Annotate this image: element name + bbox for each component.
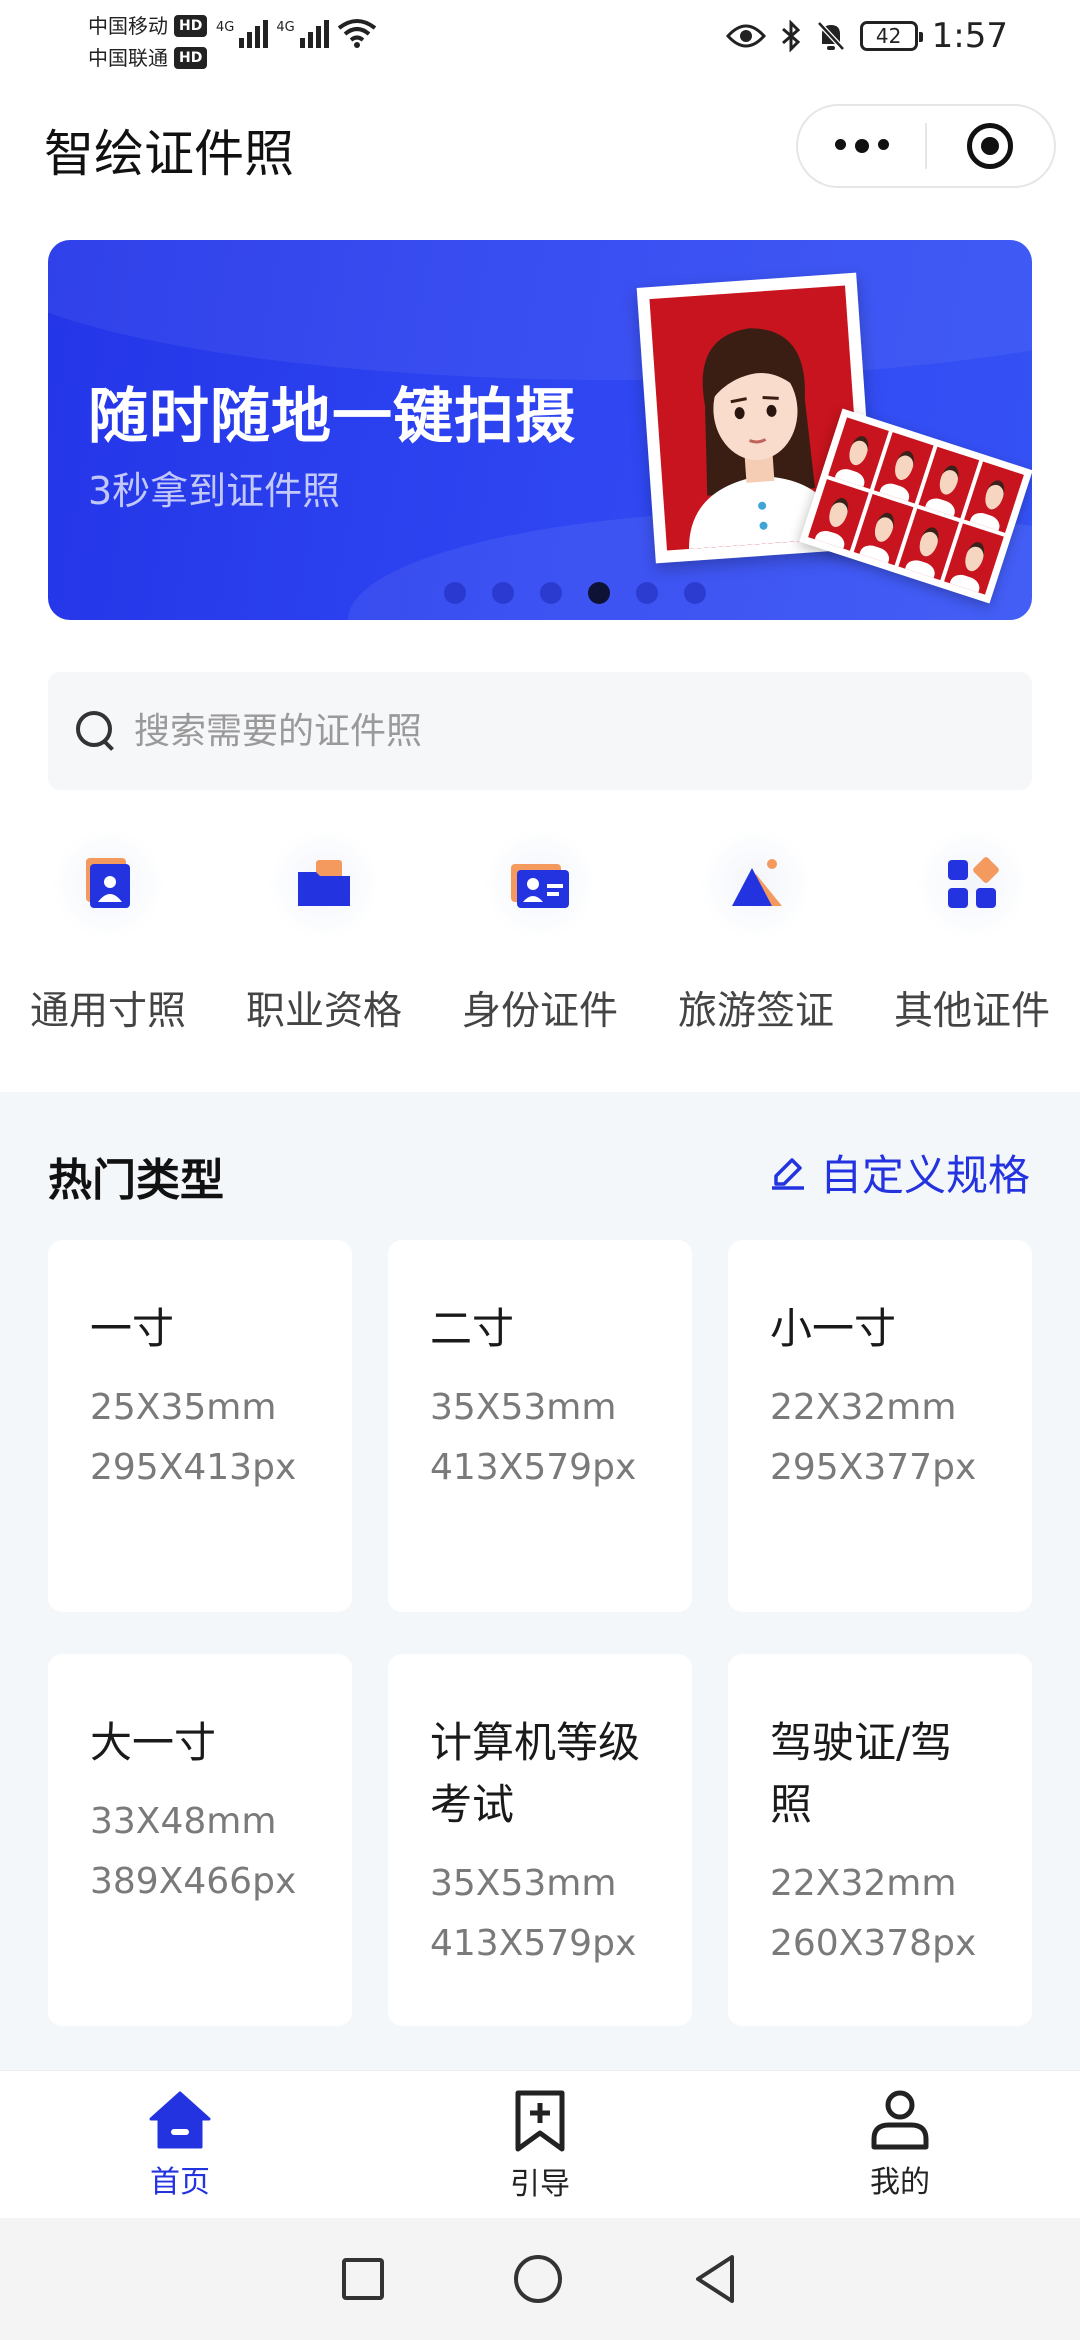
category-label: 职业资格: [245, 989, 402, 1034]
bookmark-plus-icon: [515, 2090, 565, 2152]
mute-bell-icon: [816, 21, 845, 51]
hd-badge: HD: [174, 15, 208, 37]
spec-name: 一寸: [90, 1304, 175, 1353]
bluetooth-icon: [781, 20, 800, 52]
tab-home[interactable]: 首页: [80, 2089, 280, 2201]
category-travel-visa[interactable]: 旅游签证: [648, 828, 864, 1036]
carousel-dot[interactable]: [444, 582, 466, 604]
network-icons: 4G 4G: [216, 18, 377, 48]
banner-subline: 3秒拿到证件照: [88, 469, 341, 513]
banner-headline: 随时随地一键拍摄: [88, 382, 576, 452]
app-title: 智绘证件照: [44, 125, 294, 183]
spec-px: 389X466px: [90, 1861, 297, 1902]
spec-card[interactable]: 大一寸 33X48mm 389X466px: [48, 1654, 352, 2026]
hot-types-section: 热门类型 自定义规格 一寸 25X35mm 295X413px 二寸 35X53…: [0, 1092, 1080, 2070]
search-bar[interactable]: [48, 672, 1032, 790]
custom-spec-label: 自定义规格: [819, 1151, 1030, 1200]
clock: 1:57: [931, 16, 1008, 56]
spec-mm: 35X53mm: [430, 1863, 617, 1904]
spec-mm: 25X35mm: [90, 1387, 277, 1428]
user-icon: [871, 2090, 929, 2150]
close-program-button[interactable]: [927, 123, 1054, 169]
network-type: 4G: [216, 20, 235, 35]
portrait-frame-icon: [86, 858, 130, 908]
spec-mm: 33X48mm: [90, 1801, 277, 1842]
recent-apps-button[interactable]: [342, 2258, 384, 2300]
carrier-1: 中国移动: [88, 14, 168, 38]
back-button[interactable]: [692, 2253, 738, 2305]
spec-card[interactable]: 一寸 25X35mm 295X413px: [48, 1240, 352, 1612]
tab-label: 引导: [510, 2167, 570, 2202]
target-icon: [967, 123, 1014, 169]
network-type: 4G: [276, 20, 295, 35]
spec-px: 295X377px: [770, 1447, 977, 1488]
category-label: 通用寸照: [29, 989, 186, 1034]
carousel-dot[interactable]: [492, 582, 514, 604]
category-professional[interactable]: 职业资格: [216, 828, 432, 1036]
spec-name: 二寸: [430, 1304, 515, 1353]
wifi-icon: [337, 19, 376, 48]
eye-icon: [725, 24, 766, 48]
spec-px: 413X579px: [430, 1923, 637, 1964]
more-menu-button[interactable]: [798, 139, 925, 153]
category-row: 通用寸照 职业资格 身份证件 旅游签证 其他证件: [0, 828, 1080, 1048]
spec-name: 驾驶证/驾照: [770, 1718, 953, 1829]
tab-label: 首页: [150, 2165, 210, 2200]
category-general-size[interactable]: 通用寸照: [0, 828, 216, 1036]
spec-card[interactable]: 小一寸 22X32mm 295X377px: [728, 1240, 1032, 1612]
spec-px: 260X378px: [770, 1923, 977, 1964]
search-input[interactable]: [134, 710, 934, 752]
tab-label: 我的: [870, 2165, 930, 2200]
grid-apps-icon: [948, 857, 999, 908]
tab-guide[interactable]: 引导: [440, 2089, 640, 2203]
spec-px: 295X413px: [90, 1447, 297, 1488]
spec-px: 413X579px: [430, 1447, 637, 1488]
home-icon: [149, 2091, 211, 2149]
carousel-dot[interactable]: [684, 582, 706, 604]
status-right: 42 1:57: [725, 16, 1008, 56]
spec-name: 小一寸: [770, 1304, 897, 1353]
battery-icon: 42: [859, 21, 923, 51]
spec-mm: 22X32mm: [770, 1863, 957, 1904]
home-button[interactable]: [514, 2255, 562, 2303]
signal-icon: 4G: [216, 20, 269, 48]
tab-mine[interactable]: 我的: [800, 2089, 1000, 2201]
carousel-dot[interactable]: [540, 582, 562, 604]
system-nav-bar: [0, 2218, 1080, 2340]
bottom-tab-bar: 首页 引导 我的: [0, 2070, 1080, 2218]
id-card-icon: [511, 864, 569, 908]
hd-badge: HD: [174, 47, 208, 69]
category-label: 其他证件: [893, 989, 1050, 1034]
section-title: 热门类型: [48, 1155, 224, 1206]
category-id-documents[interactable]: 身份证件: [432, 828, 648, 1036]
spec-card[interactable]: 计算机等级考试 35X53mm 413X579px: [388, 1654, 692, 2026]
category-other[interactable]: 其他证件: [864, 828, 1080, 1036]
mountain-flag-icon: [732, 859, 782, 906]
category-label: 旅游签证: [677, 989, 834, 1034]
spec-card[interactable]: 二寸 35X53mm 413X579px: [388, 1240, 692, 1612]
signal-icon: 4G: [276, 20, 329, 48]
promo-banner[interactable]: 随时随地一键拍摄 3秒拿到证件照: [48, 240, 1032, 620]
spec-card[interactable]: 驾驶证/驾照 22X32mm 260X378px: [728, 1654, 1032, 2026]
carousel-dot[interactable]: [636, 582, 658, 604]
carousel-dots: [48, 582, 1032, 604]
category-label: 身份证件: [461, 989, 618, 1034]
mini-program-capsule: [796, 104, 1056, 188]
carrier-2: 中国联通: [88, 46, 168, 70]
spec-mm: 35X53mm: [430, 1387, 617, 1428]
search-icon: [74, 709, 118, 753]
spec-mm: 22X32mm: [770, 1387, 957, 1428]
folder-icon: [298, 860, 350, 906]
status-bar: 中国移动 HD 中国联通 HD 4G 4G 42 1:57: [0, 0, 1080, 82]
carrier-info: 中国移动 HD 中国联通 HD: [88, 10, 208, 74]
spec-name: 大一寸: [90, 1718, 217, 1767]
spec-name: 计算机等级考试: [430, 1718, 641, 1829]
carousel-dot[interactable]: [588, 582, 610, 604]
edit-pen-icon: [771, 1157, 804, 1190]
custom-spec-link[interactable]: 自定义规格: [770, 1142, 1030, 1203]
